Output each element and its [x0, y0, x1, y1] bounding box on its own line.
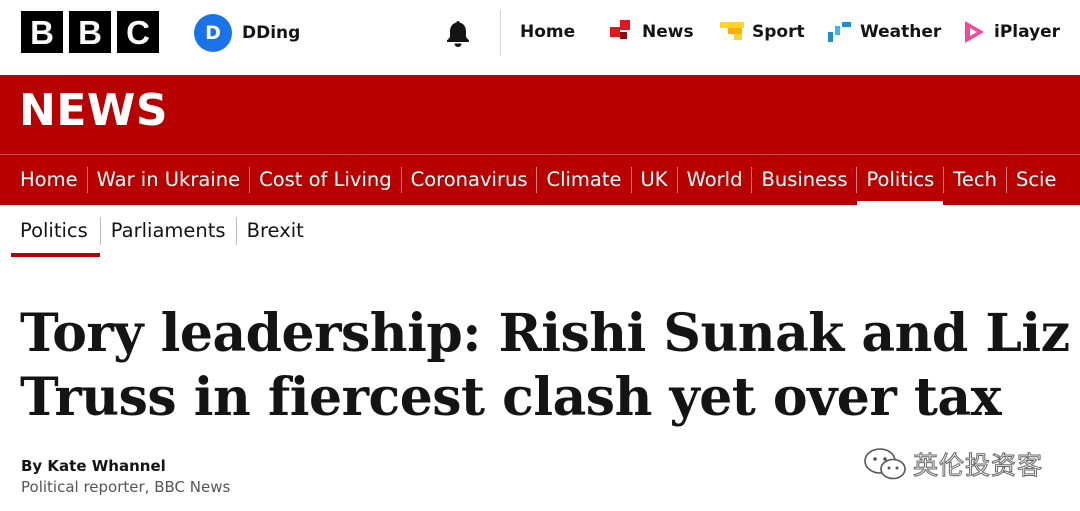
avatar: D: [194, 14, 232, 52]
primary-nav-home[interactable]: Home: [0, 155, 87, 205]
primary-nav-uk[interactable]: UK: [632, 155, 677, 205]
top-nav-label: iPlayer: [994, 22, 1061, 42]
account-button[interactable]: D DDing: [194, 14, 300, 52]
top-nav-label: Sport: [752, 22, 805, 42]
iplayer-icon: [965, 21, 984, 43]
secondary-nav: Politics Parliaments Brexit: [0, 205, 1080, 257]
weather-icon: [828, 22, 851, 42]
headline-line: Truss in fiercest clash yet over tax: [20, 367, 1002, 428]
sport-icon: [720, 22, 744, 40]
bbc-logo-letter: B: [69, 11, 111, 53]
bbc-logo-letter: B: [21, 11, 63, 53]
primary-nav-items: Home War in Ukraine Cost of Living Coron…: [0, 155, 1065, 205]
headline-line: Tory leadership: Rishi Sunak and Liz: [20, 303, 1070, 364]
news-wordmark[interactable]: NEWS: [19, 89, 168, 133]
wechat-icon: [864, 448, 906, 480]
primary-nav: Home War in Ukraine Cost of Living Coron…: [0, 155, 1080, 205]
account-name: DDing: [242, 23, 301, 43]
bbc-logo-letter: C: [117, 11, 159, 53]
secondary-nav-parliaments[interactable]: Parliaments: [101, 205, 236, 257]
top-nav-iplayer[interactable]: iPlayer: [962, 0, 1060, 64]
bbc-logo[interactable]: B B C: [21, 11, 159, 53]
article-headline: Tory leadership: Rishi Sunak and Liz Tru…: [20, 302, 1080, 430]
top-nav-label: News: [642, 22, 694, 42]
author-name: By Kate Whannel: [21, 457, 166, 475]
news-banner: NEWS: [0, 75, 1080, 154]
primary-nav-tech[interactable]: Tech: [944, 155, 1006, 205]
watermark-text: 英伦投资客: [912, 451, 1044, 481]
top-nav-news[interactable]: News: [610, 0, 694, 64]
top-divider: [500, 10, 501, 56]
primary-nav-science[interactable]: Scie: [1007, 155, 1066, 205]
top-nav-weather[interactable]: Weather: [828, 0, 941, 64]
bell-icon[interactable]: [443, 18, 473, 48]
primary-nav-coronavirus[interactable]: Coronavirus: [402, 155, 537, 205]
watermark: 英伦投资客: [863, 446, 1043, 482]
top-nav-home[interactable]: Home: [520, 0, 575, 64]
secondary-nav-brexit[interactable]: Brexit: [237, 205, 314, 257]
primary-nav-cost-of-living[interactable]: Cost of Living: [250, 155, 401, 205]
byline: By Kate Whannel Political reporter, BBC …: [21, 456, 230, 498]
primary-nav-war-in-ukraine[interactable]: War in Ukraine: [88, 155, 249, 205]
top-bar: B B C D DDing Home News Sport Weather iP…: [0, 0, 1080, 75]
news-icon: [610, 20, 630, 39]
top-nav-label: Weather: [860, 22, 942, 42]
secondary-nav-politics[interactable]: Politics: [0, 205, 100, 257]
primary-nav-business[interactable]: Business: [752, 155, 856, 205]
top-nav-sport[interactable]: Sport: [720, 0, 805, 64]
primary-nav-politics[interactable]: Politics: [857, 155, 944, 205]
author-role: Political reporter, BBC News: [21, 478, 231, 496]
top-nav-label: Home: [520, 22, 576, 42]
primary-nav-world[interactable]: World: [678, 155, 752, 205]
primary-nav-climate[interactable]: Climate: [537, 155, 630, 205]
